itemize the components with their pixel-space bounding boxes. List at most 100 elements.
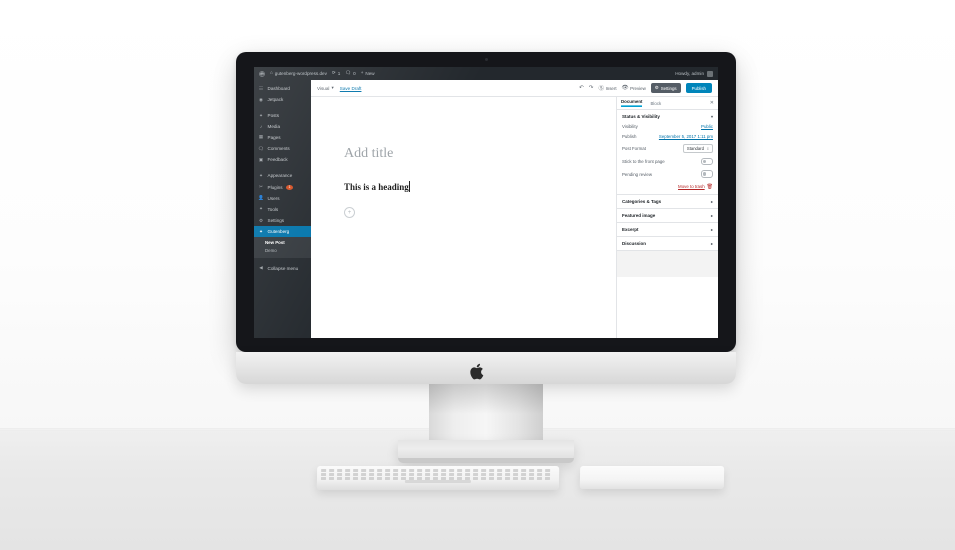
- panel-categories-tags: Categories & Tags ▸: [617, 195, 718, 209]
- comment-icon: 🗨: [345, 70, 352, 76]
- submenu-item-demo[interactable]: Demo: [254, 247, 311, 255]
- row-label: Visibility: [622, 124, 638, 129]
- tab-block[interactable]: Block: [650, 101, 661, 106]
- sidebar-item-label: Media: [267, 124, 281, 130]
- sidebar-item-posts[interactable]: ✦ Posts: [254, 110, 311, 121]
- sidebar-item-gutenberg[interactable]: ✦ Gutenberg: [254, 226, 314, 238]
- plus-icon: +: [360, 70, 364, 76]
- post-format-select[interactable]: Standard ↕: [682, 144, 713, 153]
- sidebar-item-comments[interactable]: 🗨 Comments: [254, 143, 311, 154]
- wp-admin-bar: ⌂ gutenberg-wordpress.dev ⟳ 1 🗨 0 + New: [254, 67, 718, 80]
- plugins-update-badge: 1: [286, 184, 294, 190]
- sidebar-item-users[interactable]: 👤 Users: [254, 193, 311, 204]
- panel-title: Status & Visibility: [622, 114, 660, 119]
- wordpress-admin: ⌂ gutenberg-wordpress.dev ⟳ 1 🗨 0 + New: [254, 67, 718, 338]
- updates-item[interactable]: ⟳ 1: [332, 71, 340, 76]
- settings-button[interactable]: ⚙ Settings: [650, 83, 681, 93]
- heading-block[interactable]: This is a heading: [344, 181, 411, 192]
- row-visibility: Visibility Public: [622, 124, 713, 129]
- sidebar-item-plugins[interactable]: ✂ Plugins 1: [254, 182, 311, 193]
- panel-title: Categories & Tags: [622, 198, 662, 204]
- undo-button[interactable]: ↶: [579, 85, 584, 91]
- sidebar-item-label: Plugins: [267, 184, 283, 190]
- site-name-item[interactable]: ⌂ gutenberg-wordpress.dev: [270, 71, 327, 76]
- comments-item[interactable]: 🗨 0: [345, 71, 355, 76]
- sidebar-item-pages[interactable]: ▦ Pages: [254, 132, 311, 143]
- wordpress-logo-icon[interactable]: [259, 70, 265, 77]
- post-title-input[interactable]: Add title: [344, 146, 393, 162]
- row-label: Publish: [622, 134, 637, 139]
- sidebar-item-label: Posts: [267, 113, 280, 119]
- preview-label: Preview: [630, 85, 646, 91]
- sidebar-item-label: Feedback: [267, 157, 288, 163]
- magic-trackpad: [579, 466, 725, 489]
- chevron-down-icon: ▾: [710, 114, 713, 119]
- publish-date-value[interactable]: September 5, 2017 1:11 pm: [659, 134, 713, 139]
- sidebar-item-label: Gutenberg: [267, 229, 290, 235]
- screen-content: ⌂ gutenberg-wordpress.dev ⟳ 1 🗨 0 + New: [254, 67, 718, 338]
- sidebar-item-tools[interactable]: ✦ Tools: [254, 204, 311, 215]
- panel-header[interactable]: Featured image ▸: [622, 213, 713, 218]
- page-icon: ▦: [258, 134, 264, 140]
- photo-scene: ⌂ gutenberg-wordpress.dev ⟳ 1 🗨 0 + New: [0, 0, 955, 550]
- post-format-value: Standard: [686, 146, 704, 151]
- sidebar-item-appearance[interactable]: ✦ Appearance: [254, 170, 311, 181]
- publish-button[interactable]: Publish: [685, 83, 712, 93]
- submenu-item-new-post[interactable]: New Post: [254, 238, 311, 246]
- panel-title: Excerpt: [622, 226, 639, 232]
- row-label: Pending review: [622, 171, 653, 177]
- row-pending-review: Pending review: [622, 170, 713, 178]
- sidebar-item-jetpack[interactable]: ◉ Jetpack: [254, 94, 311, 105]
- circle-plus-icon[interactable]: +: [344, 207, 355, 218]
- gutenberg-submenu: New Post Demo: [254, 237, 311, 258]
- inspector-footer-space: [617, 250, 718, 277]
- close-icon[interactable]: ✕: [710, 100, 714, 106]
- sidebar-item-dashboard[interactable]: ☷ Dashboard: [254, 83, 311, 94]
- text-caret: [409, 181, 411, 192]
- chevron-right-icon: ▸: [710, 212, 713, 218]
- settings-label: Settings: [660, 85, 677, 91]
- account-menu[interactable]: Howdy, admin: [675, 70, 713, 77]
- sidebar-item-label: Users: [267, 195, 280, 201]
- sidebar-item-label: Appearance: [267, 173, 293, 179]
- collapse-menu-button[interactable]: ◀ Collapse menu: [254, 263, 311, 274]
- preview-button[interactable]: 👁 Preview: [622, 85, 646, 91]
- new-content-item[interactable]: + New: [361, 71, 375, 76]
- sidebar-item-media[interactable]: ♪ Media: [254, 122, 311, 132]
- settings-icon: ⚙: [258, 217, 264, 223]
- trash-icon[interactable]: 🗑: [707, 184, 713, 190]
- move-to-trash-row: Move to trash 🗑: [622, 184, 713, 190]
- updates-icon: ⟳: [331, 70, 336, 76]
- editor-mode-switcher[interactable]: Visual ▾: [317, 85, 334, 91]
- sidebar-item-settings[interactable]: ⚙ Settings: [254, 215, 311, 226]
- panel-status-visibility: Status & Visibility ▾ Visibility Public …: [617, 110, 718, 195]
- panel-header[interactable]: Categories & Tags ▸: [622, 199, 713, 204]
- tools-icon: ✦: [259, 206, 263, 212]
- insert-button[interactable]: Ⓢ Insert: [598, 84, 616, 93]
- pending-review-toggle[interactable]: [701, 170, 713, 178]
- collapse-menu-label: Collapse menu: [267, 265, 299, 271]
- panel-header[interactable]: Excerpt ▸: [622, 227, 713, 232]
- sidebar-item-feedback[interactable]: ▣ Feedback: [254, 154, 311, 165]
- redo-button[interactable]: ↷: [589, 85, 594, 91]
- save-draft-button[interactable]: Save Draft: [340, 86, 362, 91]
- inspector-tabs: Document Block ✕: [617, 97, 718, 110]
- editor-canvas[interactable]: Add title This is a heading +: [311, 97, 616, 338]
- chevron-updown-icon: ↕: [706, 146, 709, 151]
- toolbar-right-group: ↶ ↷ Ⓢ Insert 👁 Preview ⚙ Settings Publis…: [579, 83, 712, 93]
- visibility-value[interactable]: Public: [701, 124, 713, 129]
- panel-header[interactable]: Status & Visibility ▾: [622, 114, 713, 119]
- greeting-label: Howdy, admin: [675, 71, 704, 76]
- panel-header[interactable]: Discussion ▸: [622, 241, 713, 246]
- updates-count: 1: [337, 71, 341, 76]
- chevron-right-icon: ▸: [710, 240, 713, 246]
- move-to-trash-button[interactable]: Move to trash: [678, 184, 705, 189]
- panel-discussion: Discussion ▸: [617, 237, 718, 251]
- sticky-toggle[interactable]: [701, 158, 713, 166]
- magic-keyboard: [316, 466, 560, 490]
- chevron-right-icon: ▸: [710, 226, 713, 232]
- tab-document[interactable]: Document: [621, 99, 642, 107]
- row-publish: Publish September 5, 2017 1:11 pm: [622, 134, 713, 139]
- stand-foot-front: [398, 458, 574, 463]
- spacebar: [404, 479, 471, 483]
